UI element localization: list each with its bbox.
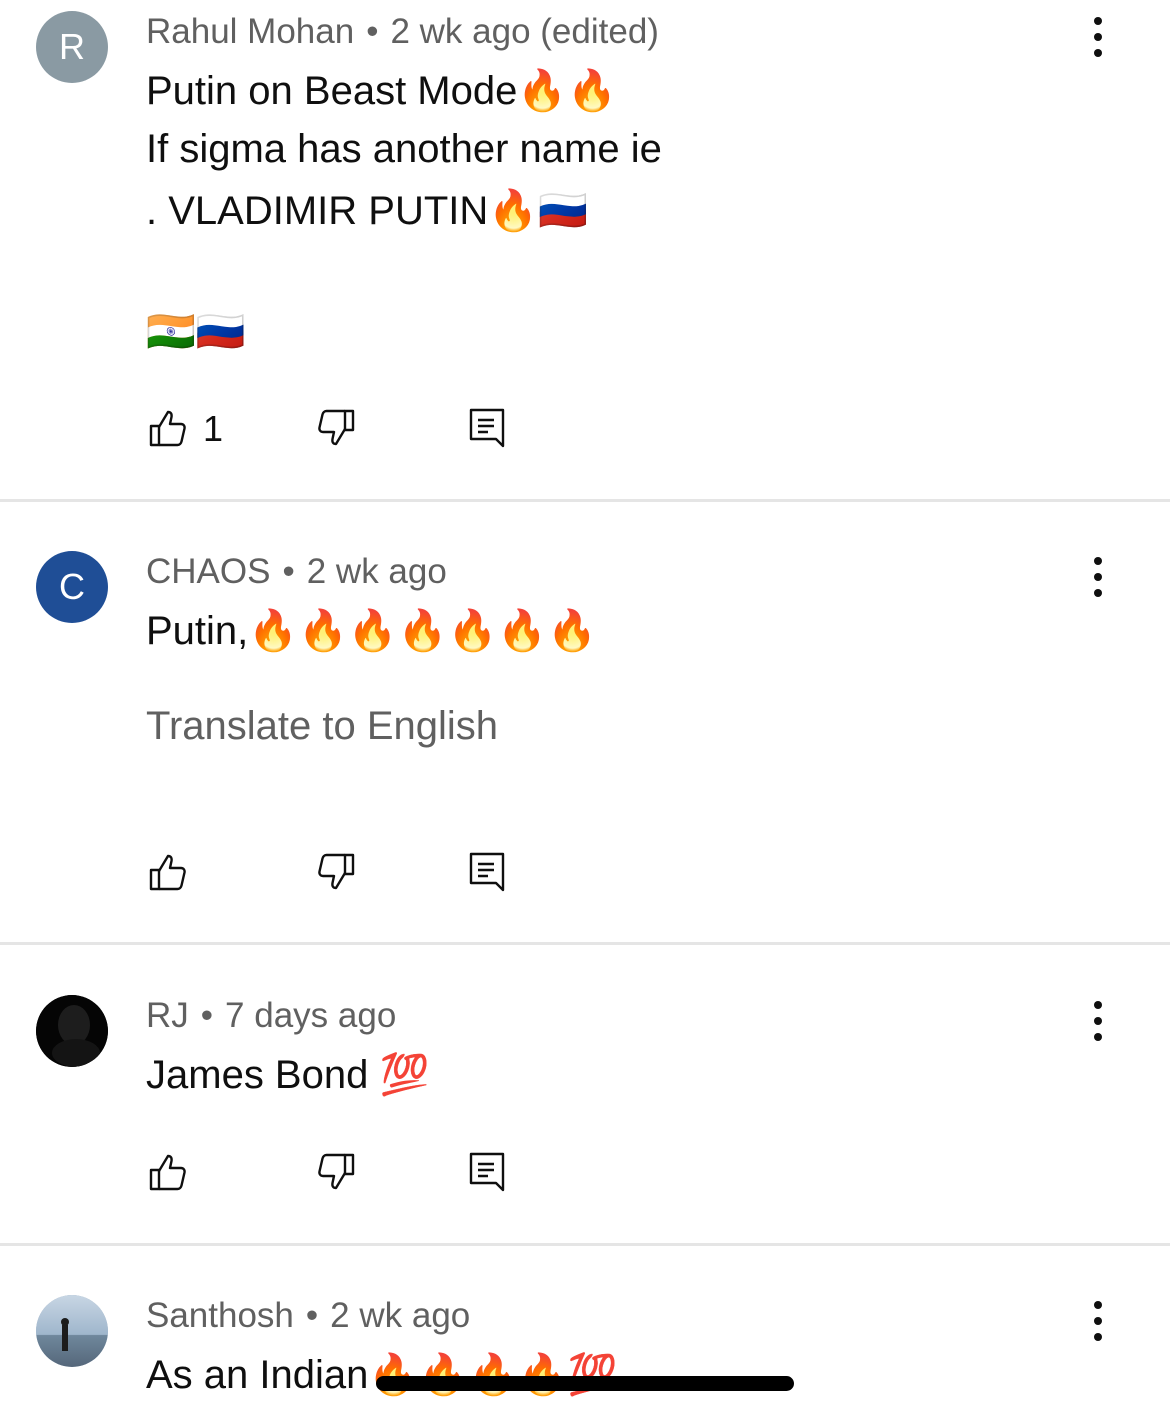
thumb-down-icon[interactable] [316,408,356,448]
comment-time: 7 days ago [225,996,397,1035]
comment-text-line: If sigma has another name ie [146,127,662,171]
comment-time: 2 wk ago [330,1296,471,1335]
reply-comment-icon[interactable] [468,1152,508,1192]
comment-meta: Santhosh • 2 wk ago [146,1296,470,1336]
comment-meta: Rahul Mohan • 2 wk ago (edited) [146,12,659,52]
more-vertical-icon[interactable] [1082,1301,1114,1341]
reply-comment-icon[interactable] [468,852,508,892]
more-vertical-icon[interactable] [1082,557,1114,597]
comment-divider [0,1243,1170,1246]
comment-time: 2 wk ago [306,552,447,591]
comment-text-line: . VLADIMIR PUTIN🔥🇷🇺 [146,189,588,233]
avatar[interactable]: C [36,551,108,623]
thumb-up-icon[interactable] [148,852,188,892]
like-count: 1 [203,408,224,449]
author-name[interactable]: CHAOS [146,552,270,591]
meta-separator: • [305,1296,319,1335]
more-vertical-icon[interactable] [1082,17,1114,57]
thumb-up-icon[interactable] [148,1152,188,1192]
comment-time: 2 wk ago (edited) [390,12,659,51]
author-name[interactable]: Santhosh [146,1296,294,1335]
thumb-down-icon[interactable] [316,1152,356,1192]
reply-comment-icon[interactable] [468,408,508,448]
author-name[interactable]: RJ [146,996,189,1035]
comment-divider [0,499,1170,502]
more-vertical-icon[interactable] [1082,1001,1114,1041]
meta-separator: • [282,552,295,591]
home-indicator[interactable] [376,1376,794,1391]
meta-separator: • [200,996,214,1035]
meta-separator: • [366,12,379,51]
comment-meta: RJ • 7 days ago [146,996,396,1036]
thumb-up-icon[interactable] [148,408,188,448]
comment-meta: CHAOS • 2 wk ago [146,552,447,592]
comment-text-line: Putin,🔥🔥🔥🔥🔥🔥🔥 [146,609,597,653]
comment-text-line: James Bond 💯 [146,1053,430,1097]
avatar-photo [36,995,108,1067]
comment-text-line: Putin on Beast Mode🔥🔥 [146,69,617,113]
comment-text-line: 🇮🇳🇷🇺 [146,310,246,354]
translate-link[interactable]: Translate to English [146,704,498,749]
avatar[interactable] [36,995,108,1067]
avatar[interactable] [36,1295,108,1367]
author-name[interactable]: Rahul Mohan [146,12,354,51]
avatar[interactable]: R [36,11,108,83]
avatar-photo [36,1295,108,1367]
comment-divider [0,942,1170,945]
thumb-down-icon[interactable] [316,852,356,892]
